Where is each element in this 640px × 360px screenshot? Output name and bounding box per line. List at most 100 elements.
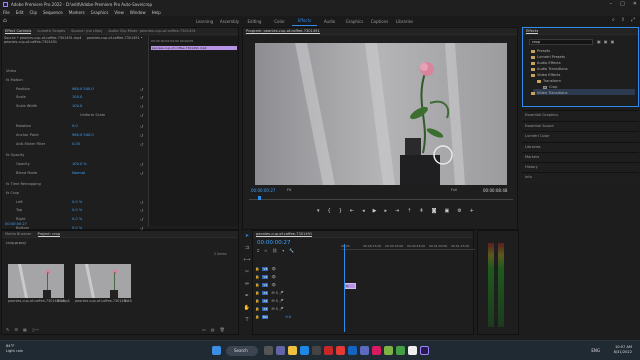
tab-color[interactable]: Color: [267, 17, 292, 26]
lock-icon[interactable]: 🔒: [255, 283, 259, 287]
track-header[interactable]: 🔒 Mix 0.0: [255, 315, 291, 319]
visibility-icon[interactable]: 👁: [271, 283, 276, 287]
tab-sequence[interactable]: peonies-cup-of-coffee-7301491: [256, 232, 313, 237]
reset-icon[interactable]: ↺: [140, 104, 143, 109]
track-target-toggle[interactable]: A1: [262, 291, 269, 295]
track-header[interactable]: 🔒 V3 👁: [255, 267, 276, 271]
clock[interactable]: 10:07 AM 8/31/2022: [614, 345, 632, 355]
reset-icon[interactable]: ↺: [140, 113, 143, 118]
tab-libraries[interactable]: Libraries: [392, 17, 417, 26]
new-bin-icon[interactable]: ▭: [202, 327, 206, 332]
effect-controls-timeline[interactable]: 00:00 00:00:04:00 00:00:05 peonies-cup-o…: [148, 36, 238, 226]
edge-icon[interactable]: [300, 346, 309, 355]
menu-file[interactable]: File: [3, 10, 10, 15]
hand-tool-icon[interactable]: ✋: [244, 305, 250, 311]
timeline-clip-v1[interactable]: fx: [344, 283, 356, 289]
effect-param-value[interactable]: 960.0 540.0: [72, 133, 94, 137]
tab-graphics[interactable]: Graphics: [342, 17, 367, 26]
tab-audio-clip-mixer[interactable]: Audio Clip Mixer: peonies-cup-of-coffee-…: [108, 29, 196, 33]
reset-icon[interactable]: ↺: [140, 124, 143, 129]
file-explorer-icon[interactable]: [288, 346, 297, 355]
minimize-icon[interactable]: –: [610, 1, 613, 7]
lock-icon[interactable]: 🔒: [255, 275, 259, 279]
yuv-effects-icon[interactable]: ▣: [611, 39, 615, 44]
clip-selector[interactable]: Source • peonies-cup-of-coffee-7301491.m…: [4, 36, 146, 44]
close-icon[interactable]: ✕: [633, 1, 637, 7]
tab-captions[interactable]: Captions: [367, 17, 392, 26]
track-target-toggle[interactable]: V3: [262, 267, 269, 271]
track-target-toggle[interactable]: Mix: [262, 315, 269, 319]
track-header[interactable]: 🔒 A2 M S 🎤: [255, 299, 284, 303]
menu-window[interactable]: Window: [130, 10, 146, 15]
lock-icon[interactable]: 🔒: [255, 299, 259, 303]
program-title[interactable]: Program: peonies-cup-of-coffee-7301491: [246, 29, 320, 34]
export-frame-icon[interactable]: ◙: [432, 208, 437, 214]
nest-icon[interactable]: ⌗: [257, 248, 259, 253]
store-icon[interactable]: [312, 346, 321, 355]
ripple-edit-icon[interactable]: ⟷: [243, 257, 250, 263]
windows-start-icon[interactable]: [212, 346, 221, 355]
track-header[interactable]: 🔒 A3 M S 🎤: [255, 307, 284, 311]
premiere-taskbar-icon[interactable]: [420, 346, 429, 355]
effect-controls-timecode[interactable]: 00:00:00:27: [5, 222, 27, 226]
menu-graphics[interactable]: Graphics: [91, 10, 109, 15]
task-view-icon[interactable]: [264, 346, 273, 355]
teams-icon[interactable]: [276, 346, 285, 355]
compare-icon[interactable]: ▣: [444, 208, 449, 214]
track-select-icon[interactable]: ⇉: [245, 245, 249, 251]
menu-clip[interactable]: Clip: [29, 10, 37, 15]
system-tray[interactable]: ENG: [591, 348, 600, 353]
maximize-icon[interactable]: □: [620, 1, 625, 7]
reset-icon[interactable]: ↺: [140, 142, 143, 147]
panel-essential-sound[interactable]: Essential Sound: [522, 121, 639, 131]
icon-view-icon[interactable]: ▦: [23, 327, 27, 332]
32bit-effects-icon[interactable]: ▣: [604, 39, 608, 44]
effect-param-value[interactable]: 100.0: [72, 104, 82, 108]
app-icon-green[interactable]: [384, 346, 393, 355]
effects-tree-item[interactable]: Transform: [537, 79, 561, 83]
menu-edit[interactable]: Edit: [16, 10, 24, 15]
add-button-icon[interactable]: +: [470, 208, 474, 214]
reset-icon[interactable]: ↺: [140, 133, 143, 138]
effects-tree-item[interactable]: Audio Transitions: [531, 67, 568, 71]
effects-tree-item[interactable]: Presets: [531, 49, 550, 53]
panel-history[interactable]: History: [522, 162, 639, 172]
tab-learning[interactable]: Learning: [192, 17, 217, 26]
menu-markers[interactable]: Markers: [69, 10, 85, 15]
tab-assembly[interactable]: Assembly: [217, 17, 242, 26]
reset-icon[interactable]: ↺: [140, 208, 143, 213]
reset-icon[interactable]: ↺: [140, 162, 143, 167]
mix-value[interactable]: 0.0: [285, 315, 291, 319]
program-playhead[interactable]: [258, 196, 261, 200]
menu-view[interactable]: View: [114, 10, 124, 15]
chrome-icon[interactable]: [396, 346, 405, 355]
track-header[interactable]: 🔒 V1 👁: [255, 283, 276, 287]
effect-param-value[interactable]: 960.0 540.0: [72, 87, 94, 91]
effects-tree-item[interactable]: Video Transitions: [531, 91, 567, 95]
lock-icon[interactable]: 🔒: [255, 267, 259, 271]
taskbar-search[interactable]: Search: [226, 346, 258, 356]
zoom-slider[interactable]: ○—: [32, 327, 40, 332]
reset-icon[interactable]: ↺: [140, 95, 143, 100]
add-marker-icon[interactable]: ▾: [282, 248, 284, 253]
tab-source[interactable]: Source: (no clips): [71, 29, 102, 33]
step-forward-icon[interactable]: ▸: [384, 208, 387, 214]
project-item-name-2[interactable]: peonies-cup-of-coffee-7301491: [75, 299, 128, 303]
app-icon-red-2[interactable]: [336, 346, 345, 355]
effect-param-value[interactable]: 0.0: [72, 124, 78, 128]
menu-help[interactable]: Help: [152, 10, 161, 15]
lock-icon[interactable]: 🔒: [255, 307, 259, 311]
effects-tree-item[interactable]: Crop: [543, 85, 557, 89]
panel-libraries[interactable]: Libraries: [522, 142, 639, 152]
track-header[interactable]: 🔒 A1 M S 🎤: [255, 291, 284, 295]
mute-solo-controls[interactable]: M S 🎤: [271, 307, 283, 311]
panel-info[interactable]: Info: [522, 172, 639, 182]
pen-tool-icon[interactable]: ✒: [245, 293, 249, 299]
project-item-thumb-1[interactable]: [8, 264, 64, 298]
effects-tree-item[interactable]: Audio Effects: [531, 61, 561, 65]
share-icon[interactable]: ⇪: [621, 17, 625, 23]
reset-icon[interactable]: ↺: [140, 217, 143, 222]
timeline-ruler[interactable]: 00:00 00:00:15:00 00:00:30:00 00:00:45:00 00…: [341, 244, 475, 250]
effects-search-input[interactable]: crop: [529, 39, 593, 45]
lock-icon[interactable]: 🔒: [255, 291, 259, 295]
